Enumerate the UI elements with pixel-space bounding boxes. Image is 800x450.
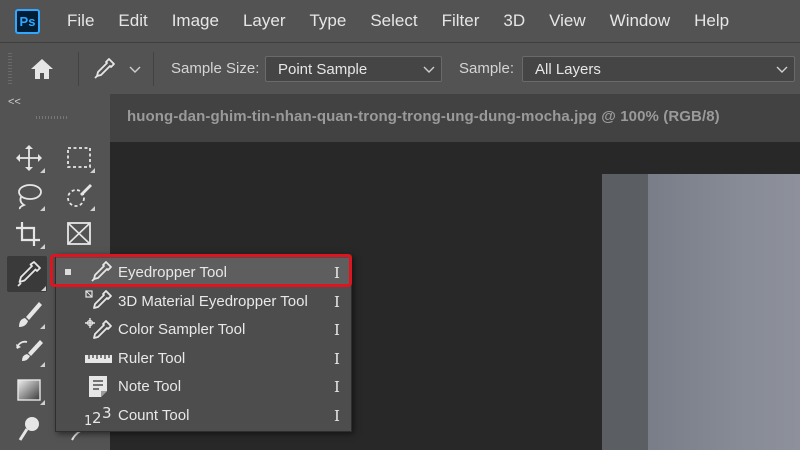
document-tab[interactable]: huong-dan-ghim-tin-nhan-quan-trong-trong… bbox=[110, 94, 800, 142]
color-sampler-icon bbox=[85, 318, 112, 339]
svg-text:2: 2 bbox=[92, 409, 102, 427]
sample-select[interactable]: All Layers bbox=[522, 56, 795, 82]
move-tool[interactable] bbox=[12, 142, 46, 174]
flyout-item-label: Count Tool bbox=[118, 407, 190, 424]
eyedropper-icon bbox=[94, 58, 115, 79]
submenu-indicator bbox=[40, 206, 45, 211]
svg-text:3: 3 bbox=[102, 404, 112, 422]
tools-panel-grip[interactable] bbox=[36, 116, 68, 119]
document-image[interactable] bbox=[602, 174, 652, 450]
sample-value: All Layers bbox=[535, 61, 601, 78]
submenu-indicator bbox=[40, 400, 45, 405]
document-image-content[interactable] bbox=[648, 174, 800, 450]
menu-file[interactable]: File bbox=[55, 11, 106, 31]
menu-type[interactable]: Type bbox=[297, 11, 358, 31]
gradient-tool[interactable] bbox=[12, 374, 46, 406]
home-button[interactable] bbox=[27, 55, 57, 83]
options-separator bbox=[78, 52, 79, 86]
submenu-indicator bbox=[40, 244, 45, 249]
options-bar: Sample Size: Point Sample Sample: All La… bbox=[0, 42, 800, 94]
eyedropper-tool[interactable] bbox=[7, 256, 47, 292]
menu-image[interactable]: Image bbox=[160, 11, 231, 31]
marquee-tool[interactable] bbox=[62, 142, 96, 174]
flyout-item-shortcut: I bbox=[334, 293, 340, 311]
dodge-icon bbox=[18, 417, 39, 441]
flyout-item-shortcut: I bbox=[334, 378, 340, 396]
options-separator bbox=[153, 52, 154, 86]
lasso-tool[interactable] bbox=[12, 180, 46, 212]
home-icon bbox=[31, 59, 53, 79]
sample-label: Sample: bbox=[459, 60, 515, 77]
flyout-item-shortcut: I bbox=[334, 321, 340, 339]
ruler-icon bbox=[85, 355, 112, 363]
flyout-item-label: Ruler Tool bbox=[118, 350, 186, 367]
sample-size-label: Sample Size: bbox=[171, 60, 260, 77]
submenu-indicator bbox=[40, 168, 45, 173]
tool-preset-picker[interactable] bbox=[90, 56, 118, 82]
highlight-annotation bbox=[50, 254, 352, 287]
options-bar-grip[interactable] bbox=[8, 53, 12, 85]
menu-layer[interactable]: Layer bbox=[231, 11, 298, 31]
flyout-item-shortcut: I bbox=[334, 407, 340, 425]
note-icon bbox=[89, 376, 107, 397]
photoshop-logo[interactable]: Ps bbox=[15, 8, 40, 34]
chevron-down-icon bbox=[776, 66, 788, 73]
flyout-item-label: Color Sampler Tool bbox=[118, 321, 246, 338]
menu-filter[interactable]: Filter bbox=[430, 11, 492, 31]
submenu-indicator bbox=[40, 362, 45, 367]
crop-tool[interactable] bbox=[12, 218, 46, 250]
submenu-indicator bbox=[90, 206, 95, 211]
3d-material-eyedropper-icon bbox=[85, 290, 112, 309]
menu-select[interactable]: Select bbox=[358, 11, 429, 31]
sample-size-value: Point Sample bbox=[278, 61, 368, 78]
sample-size-select[interactable]: Point Sample bbox=[265, 56, 442, 82]
menu-view[interactable]: View bbox=[537, 11, 598, 31]
menu-3d[interactable]: 3D bbox=[491, 11, 537, 31]
menu-edit[interactable]: Edit bbox=[106, 11, 159, 31]
frame-tool[interactable] bbox=[62, 218, 96, 250]
flyout-item-note[interactable]: Note Tool I bbox=[56, 372, 351, 400]
flyout-item-ruler[interactable]: Ruler Tool I bbox=[56, 344, 351, 372]
chevron-down-icon[interactable] bbox=[128, 63, 142, 75]
history-brush-tool[interactable] bbox=[12, 336, 46, 368]
flyout-item-3d-material-eyedropper[interactable]: 3D Material Eyedropper Tool I bbox=[56, 287, 351, 315]
chevron-down-icon bbox=[423, 66, 435, 73]
submenu-indicator bbox=[40, 324, 45, 329]
quick-selection-tool[interactable] bbox=[62, 180, 96, 212]
collapse-panel-button[interactable]: << bbox=[8, 96, 21, 108]
count-icon: 1 2 3 bbox=[84, 404, 112, 427]
flyout-item-count[interactable]: 1 2 3 Count Tool I bbox=[56, 401, 351, 429]
submenu-indicator bbox=[90, 168, 95, 173]
submenu-indicator bbox=[41, 286, 46, 291]
flyout-item-label: 3D Material Eyedropper Tool bbox=[118, 293, 308, 310]
menu-help[interactable]: Help bbox=[682, 11, 741, 31]
menu-window[interactable]: Window bbox=[598, 11, 682, 31]
menu-bar: Ps File Edit Image Layer Type Select Fil… bbox=[0, 0, 800, 42]
document-title: huong-dan-ghim-tin-nhan-quan-trong-trong… bbox=[127, 108, 720, 125]
brush-tool[interactable] bbox=[12, 298, 46, 330]
flyout-item-color-sampler[interactable]: Color Sampler Tool I bbox=[56, 315, 351, 343]
dodge-tool[interactable] bbox=[12, 412, 46, 444]
frame-icon bbox=[67, 222, 91, 245]
flyout-item-shortcut: I bbox=[334, 350, 340, 368]
flyout-item-label: Note Tool bbox=[118, 378, 182, 395]
